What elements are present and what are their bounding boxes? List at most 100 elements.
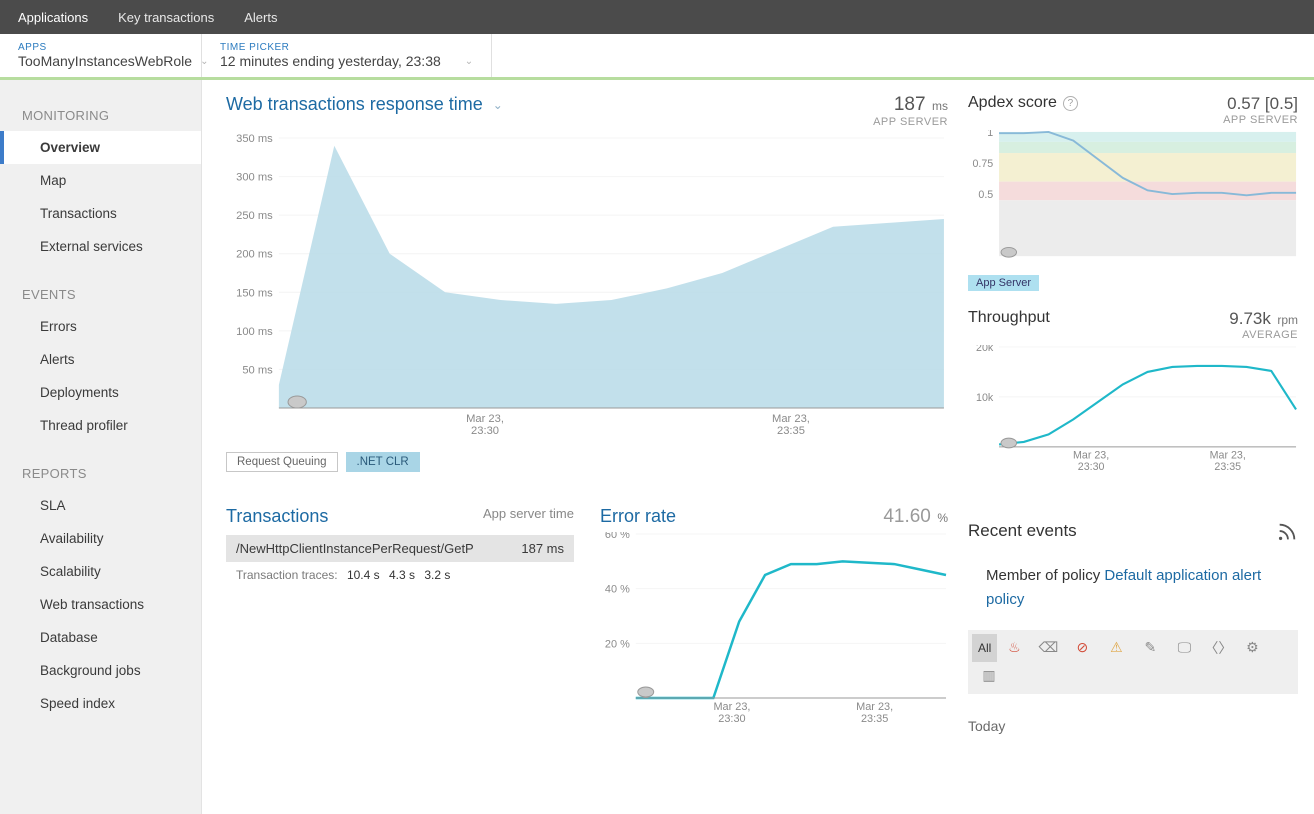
response-time-sub: APP SERVER — [873, 116, 948, 128]
svg-text:0.75: 0.75 — [972, 158, 993, 170]
sidebar: MONITORING Overview Map Transactions Ext… — [0, 80, 202, 814]
sidebar-section-events: EVENTS — [0, 277, 201, 310]
sidebar-item-database[interactable]: Database — [0, 621, 201, 654]
sidebar-item-scalability[interactable]: Scalability — [0, 555, 201, 588]
topnav-alerts[interactable]: Alerts — [244, 10, 277, 25]
svg-text:250 ms: 250 ms — [236, 210, 273, 222]
svg-text:Mar 23,23:35: Mar 23,23:35 — [1210, 449, 1246, 473]
sidebar-item-external-services[interactable]: External services — [0, 230, 201, 263]
response-time-value: 187 — [894, 94, 926, 115]
svg-text:150 ms: 150 ms — [236, 287, 273, 299]
apdex-panel: Apdex score? 0.57 [0.5]APP SERVER 0.50.7… — [968, 94, 1298, 291]
event-filter-bar: All ♨ ⌫ ⊘ ⚠ ✎ 🖵 〈〉 ⚙ ▥ — [968, 630, 1298, 694]
legend-request-queuing[interactable]: Request Queuing — [226, 452, 338, 472]
svg-text:50 ms: 50 ms — [242, 365, 273, 377]
svg-text:100 ms: 100 ms — [236, 326, 273, 338]
sidebar-item-alerts[interactable]: Alerts — [0, 343, 201, 376]
transaction-time: 187 ms — [521, 541, 564, 556]
filter-erase-icon[interactable]: ⌫ — [1031, 634, 1065, 662]
svg-text:60 %: 60 % — [605, 532, 630, 541]
transaction-name: /NewHttpClientInstancePerRequest/GetP — [236, 541, 474, 556]
throughput-value: 9.73k — [1229, 309, 1271, 328]
filter-gear-icon[interactable]: ⚙ — [1235, 634, 1269, 662]
recent-events-panel: Recent events Member of policy Default a… — [968, 521, 1298, 734]
app-picker-label: APPS — [18, 42, 183, 53]
filter-barchart-icon[interactable]: ▥ — [972, 662, 1006, 690]
throughput-panel: Throughput 9.73k rpmAVERAGE 10k20kMar 23… — [968, 309, 1298, 481]
sidebar-item-transactions[interactable]: Transactions — [0, 197, 201, 230]
sidebar-item-thread-profiler[interactable]: Thread profiler — [0, 409, 201, 442]
topnav-key-transactions[interactable]: Key transactions — [118, 10, 214, 25]
filter-monitor-icon[interactable]: 🖵 — [1167, 634, 1201, 662]
selector-bar: APPS TooManyInstancesWebRole⌄ TIME PICKE… — [0, 34, 1314, 80]
apdex-title: Apdex score? — [968, 94, 1078, 112]
time-picker-label: TIME PICKER — [220, 42, 473, 53]
svg-text:300 ms: 300 ms — [236, 172, 273, 184]
trace-2[interactable]: 4.3 s — [389, 568, 415, 582]
help-icon[interactable]: ? — [1063, 96, 1078, 111]
filter-all[interactable]: All — [972, 634, 997, 662]
recent-today-label: Today — [968, 718, 1298, 734]
sidebar-item-overview[interactable]: Overview — [0, 131, 201, 164]
error-rate-chart[interactable]: 20 % 40 % 60 % Mar 23,23:30 Mar 23,23:35 — [600, 532, 948, 732]
svg-text:0.5: 0.5 — [978, 189, 993, 201]
transactions-subtitle: App server time — [483, 506, 574, 521]
svg-text:Mar 23,23:35: Mar 23,23:35 — [856, 701, 893, 725]
sidebar-item-speed-index[interactable]: Speed index — [0, 687, 201, 720]
chevron-down-icon: ⌄ — [465, 56, 473, 67]
sidebar-item-background-jobs[interactable]: Background jobs — [0, 654, 201, 687]
trace-1[interactable]: 10.4 s — [347, 568, 380, 582]
response-time-legend: Request Queuing .NET CLR — [226, 452, 948, 472]
sidebar-item-availability[interactable]: Availability — [0, 522, 201, 555]
sidebar-item-map[interactable]: Map — [0, 164, 201, 197]
error-rate-title[interactable]: Error rate — [600, 506, 676, 527]
apdex-badge[interactable]: App Server — [968, 275, 1039, 291]
response-time-header: Web transactions response time⌄ 187 ms A… — [226, 94, 948, 128]
svg-text:Mar 23,23:30: Mar 23,23:30 — [466, 413, 504, 437]
app-picker-value: TooManyInstancesWebRole — [18, 53, 192, 69]
svg-text:10k: 10k — [976, 392, 994, 404]
transactions-panel: Transactions App server time /NewHttpCli… — [226, 506, 574, 732]
svg-text:Mar 23,23:30: Mar 23,23:30 — [713, 701, 750, 725]
sidebar-section-monitoring: MONITORING — [0, 98, 201, 131]
top-nav: Applications Key transactions Alerts — [0, 0, 1314, 34]
trace-3[interactable]: 3.2 s — [424, 568, 450, 582]
transactions-title[interactable]: Transactions — [226, 506, 328, 527]
time-picker-value: 12 minutes ending yesterday, 23:38 — [220, 53, 441, 69]
topnav-applications[interactable]: Applications — [18, 10, 88, 25]
rss-icon[interactable] — [1276, 521, 1298, 548]
time-picker[interactable]: TIME PICKER 12 minutes ending yesterday,… — [202, 34, 492, 77]
sidebar-item-web-transactions[interactable]: Web transactions — [0, 588, 201, 621]
sidebar-item-sla[interactable]: SLA — [0, 489, 201, 522]
error-rate-panel: Error rate 41.60 % 20 %40 %60 %Mar 23,23… — [600, 506, 948, 732]
svg-text:Mar 23,23:35: Mar 23,23:35 — [772, 413, 810, 437]
filter-code-icon[interactable]: 〈〉 — [1201, 634, 1235, 662]
response-time-title[interactable]: Web transactions response time⌄ — [226, 94, 503, 115]
policy-line: Member of policy Default application ale… — [986, 564, 1298, 612]
legend-net-clr[interactable]: .NET CLR — [346, 452, 420, 472]
apdex-value: 0.57 [0.5] — [1223, 94, 1298, 114]
sidebar-section-reports: REPORTS — [0, 456, 201, 489]
transaction-traces: Transaction traces: 10.4 s 4.3 s 3.2 s — [226, 562, 574, 582]
sidebar-item-deployments[interactable]: Deployments — [0, 376, 201, 409]
filter-fire-icon[interactable]: ♨ — [997, 634, 1031, 662]
filter-edit-icon[interactable]: ✎ — [1133, 634, 1167, 662]
throughput-title: Throughput — [968, 309, 1050, 327]
filter-warning-icon[interactable]: ⚠ — [1099, 634, 1133, 662]
error-rate-value: 41.60 — [883, 506, 931, 527]
filter-error-icon[interactable]: ⊘ — [1065, 634, 1099, 662]
app-picker[interactable]: APPS TooManyInstancesWebRole⌄ — [0, 34, 202, 77]
svg-text:20 %: 20 % — [605, 638, 630, 650]
recent-events-title: Recent events — [968, 521, 1077, 541]
svg-text:20k: 20k — [976, 345, 994, 354]
chevron-down-icon: ⌄ — [493, 98, 503, 112]
response-time-chart[interactable]: 50 ms 100 ms 150 ms 200 ms 250 ms 300 ms 350 m… — [226, 134, 948, 444]
sidebar-item-errors[interactable]: Errors — [0, 310, 201, 343]
apdex-chart[interactable]: 0.50.751 — [968, 130, 1298, 266]
svg-text:Mar 23,23:30: Mar 23,23:30 — [1073, 449, 1109, 473]
throughput-chart[interactable]: 10k 20k Mar 23,23:30 Mar 23,23:35 — [968, 345, 1298, 476]
svg-text:40 %: 40 % — [605, 584, 630, 596]
transaction-row[interactable]: /NewHttpClientInstancePerRequest/GetP 18… — [226, 535, 574, 562]
svg-text:350 ms: 350 ms — [236, 134, 273, 145]
svg-text:200 ms: 200 ms — [236, 249, 273, 261]
